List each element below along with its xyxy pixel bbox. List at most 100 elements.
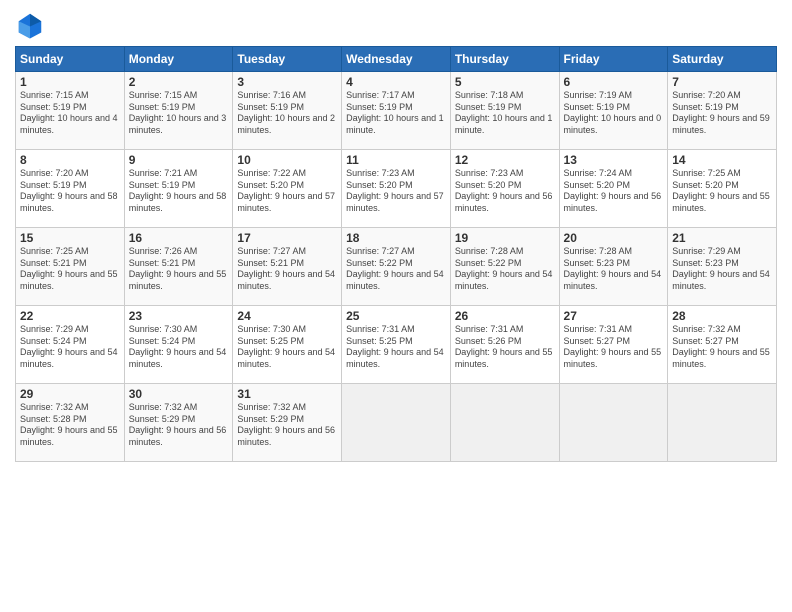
header-day-thursday: Thursday	[450, 47, 559, 72]
day-detail: Sunrise: 7:20 AMSunset: 5:19 PMDaylight:…	[20, 168, 120, 215]
day-number: 11	[346, 153, 446, 167]
day-detail: Sunrise: 7:22 AMSunset: 5:20 PMDaylight:…	[237, 168, 337, 215]
day-number: 8	[20, 153, 120, 167]
day-cell: 6Sunrise: 7:19 AMSunset: 5:19 PMDaylight…	[559, 72, 668, 150]
day-number: 16	[129, 231, 229, 245]
day-number: 7	[672, 75, 772, 89]
day-detail: Sunrise: 7:31 AMSunset: 5:25 PMDaylight:…	[346, 324, 446, 371]
day-number: 20	[564, 231, 664, 245]
page-container: SundayMondayTuesdayWednesdayThursdayFrid…	[0, 0, 792, 472]
day-detail: Sunrise: 7:15 AMSunset: 5:19 PMDaylight:…	[20, 90, 120, 137]
day-cell: 25Sunrise: 7:31 AMSunset: 5:25 PMDayligh…	[342, 306, 451, 384]
day-cell: 24Sunrise: 7:30 AMSunset: 5:25 PMDayligh…	[233, 306, 342, 384]
day-number: 24	[237, 309, 337, 323]
day-detail: Sunrise: 7:15 AMSunset: 5:19 PMDaylight:…	[129, 90, 229, 137]
day-detail: Sunrise: 7:27 AMSunset: 5:21 PMDaylight:…	[237, 246, 337, 293]
day-number: 15	[20, 231, 120, 245]
day-detail: Sunrise: 7:32 AMSunset: 5:28 PMDaylight:…	[20, 402, 120, 449]
day-detail: Sunrise: 7:23 AMSunset: 5:20 PMDaylight:…	[455, 168, 555, 215]
day-cell: 1Sunrise: 7:15 AMSunset: 5:19 PMDaylight…	[16, 72, 125, 150]
day-number: 29	[20, 387, 120, 401]
day-cell: 17Sunrise: 7:27 AMSunset: 5:21 PMDayligh…	[233, 228, 342, 306]
day-cell: 28Sunrise: 7:32 AMSunset: 5:27 PMDayligh…	[668, 306, 777, 384]
day-cell: 30Sunrise: 7:32 AMSunset: 5:29 PMDayligh…	[124, 384, 233, 462]
header-day-friday: Friday	[559, 47, 668, 72]
day-cell: 4Sunrise: 7:17 AMSunset: 5:19 PMDaylight…	[342, 72, 451, 150]
day-cell	[668, 384, 777, 462]
day-number: 30	[129, 387, 229, 401]
day-detail: Sunrise: 7:32 AMSunset: 5:29 PMDaylight:…	[129, 402, 229, 449]
day-cell: 19Sunrise: 7:28 AMSunset: 5:22 PMDayligh…	[450, 228, 559, 306]
day-detail: Sunrise: 7:29 AMSunset: 5:23 PMDaylight:…	[672, 246, 772, 293]
day-detail: Sunrise: 7:29 AMSunset: 5:24 PMDaylight:…	[20, 324, 120, 371]
day-number: 12	[455, 153, 555, 167]
day-detail: Sunrise: 7:32 AMSunset: 5:29 PMDaylight:…	[237, 402, 337, 449]
day-cell: 29Sunrise: 7:32 AMSunset: 5:28 PMDayligh…	[16, 384, 125, 462]
logo-icon	[15, 10, 45, 40]
day-detail: Sunrise: 7:25 AMSunset: 5:20 PMDaylight:…	[672, 168, 772, 215]
day-detail: Sunrise: 7:23 AMSunset: 5:20 PMDaylight:…	[346, 168, 446, 215]
calendar-body: 1Sunrise: 7:15 AMSunset: 5:19 PMDaylight…	[16, 72, 777, 462]
day-detail: Sunrise: 7:21 AMSunset: 5:19 PMDaylight:…	[129, 168, 229, 215]
day-cell: 3Sunrise: 7:16 AMSunset: 5:19 PMDaylight…	[233, 72, 342, 150]
day-detail: Sunrise: 7:25 AMSunset: 5:21 PMDaylight:…	[20, 246, 120, 293]
day-detail: Sunrise: 7:26 AMSunset: 5:21 PMDaylight:…	[129, 246, 229, 293]
day-detail: Sunrise: 7:27 AMSunset: 5:22 PMDaylight:…	[346, 246, 446, 293]
day-cell	[342, 384, 451, 462]
day-number: 9	[129, 153, 229, 167]
day-detail: Sunrise: 7:17 AMSunset: 5:19 PMDaylight:…	[346, 90, 446, 137]
day-cell: 16Sunrise: 7:26 AMSunset: 5:21 PMDayligh…	[124, 228, 233, 306]
logo	[15, 10, 49, 40]
day-number: 28	[672, 309, 772, 323]
day-number: 27	[564, 309, 664, 323]
day-number: 26	[455, 309, 555, 323]
week-row-3: 15Sunrise: 7:25 AMSunset: 5:21 PMDayligh…	[16, 228, 777, 306]
week-row-1: 1Sunrise: 7:15 AMSunset: 5:19 PMDaylight…	[16, 72, 777, 150]
day-cell: 27Sunrise: 7:31 AMSunset: 5:27 PMDayligh…	[559, 306, 668, 384]
day-number: 2	[129, 75, 229, 89]
day-number: 5	[455, 75, 555, 89]
day-number: 13	[564, 153, 664, 167]
day-number: 1	[20, 75, 120, 89]
day-cell: 22Sunrise: 7:29 AMSunset: 5:24 PMDayligh…	[16, 306, 125, 384]
day-detail: Sunrise: 7:32 AMSunset: 5:27 PMDaylight:…	[672, 324, 772, 371]
day-cell: 14Sunrise: 7:25 AMSunset: 5:20 PMDayligh…	[668, 150, 777, 228]
header-day-tuesday: Tuesday	[233, 47, 342, 72]
day-cell: 9Sunrise: 7:21 AMSunset: 5:19 PMDaylight…	[124, 150, 233, 228]
day-detail: Sunrise: 7:18 AMSunset: 5:19 PMDaylight:…	[455, 90, 555, 137]
day-number: 19	[455, 231, 555, 245]
header-day-saturday: Saturday	[668, 47, 777, 72]
day-detail: Sunrise: 7:24 AMSunset: 5:20 PMDaylight:…	[564, 168, 664, 215]
calendar-table: SundayMondayTuesdayWednesdayThursdayFrid…	[15, 46, 777, 462]
day-number: 25	[346, 309, 446, 323]
day-detail: Sunrise: 7:30 AMSunset: 5:24 PMDaylight:…	[129, 324, 229, 371]
day-cell: 26Sunrise: 7:31 AMSunset: 5:26 PMDayligh…	[450, 306, 559, 384]
day-cell: 11Sunrise: 7:23 AMSunset: 5:20 PMDayligh…	[342, 150, 451, 228]
day-detail: Sunrise: 7:31 AMSunset: 5:27 PMDaylight:…	[564, 324, 664, 371]
header-day-wednesday: Wednesday	[342, 47, 451, 72]
day-number: 18	[346, 231, 446, 245]
day-detail: Sunrise: 7:30 AMSunset: 5:25 PMDaylight:…	[237, 324, 337, 371]
day-cell: 21Sunrise: 7:29 AMSunset: 5:23 PMDayligh…	[668, 228, 777, 306]
day-number: 31	[237, 387, 337, 401]
day-number: 23	[129, 309, 229, 323]
day-cell: 10Sunrise: 7:22 AMSunset: 5:20 PMDayligh…	[233, 150, 342, 228]
day-number: 3	[237, 75, 337, 89]
day-cell: 18Sunrise: 7:27 AMSunset: 5:22 PMDayligh…	[342, 228, 451, 306]
day-cell	[559, 384, 668, 462]
day-detail: Sunrise: 7:20 AMSunset: 5:19 PMDaylight:…	[672, 90, 772, 137]
day-detail: Sunrise: 7:28 AMSunset: 5:22 PMDaylight:…	[455, 246, 555, 293]
header-day-monday: Monday	[124, 47, 233, 72]
day-number: 14	[672, 153, 772, 167]
week-row-4: 22Sunrise: 7:29 AMSunset: 5:24 PMDayligh…	[16, 306, 777, 384]
day-cell: 31Sunrise: 7:32 AMSunset: 5:29 PMDayligh…	[233, 384, 342, 462]
week-row-5: 29Sunrise: 7:32 AMSunset: 5:28 PMDayligh…	[16, 384, 777, 462]
day-cell: 5Sunrise: 7:18 AMSunset: 5:19 PMDaylight…	[450, 72, 559, 150]
day-cell: 20Sunrise: 7:28 AMSunset: 5:23 PMDayligh…	[559, 228, 668, 306]
day-detail: Sunrise: 7:31 AMSunset: 5:26 PMDaylight:…	[455, 324, 555, 371]
day-number: 22	[20, 309, 120, 323]
day-detail: Sunrise: 7:16 AMSunset: 5:19 PMDaylight:…	[237, 90, 337, 137]
day-cell: 15Sunrise: 7:25 AMSunset: 5:21 PMDayligh…	[16, 228, 125, 306]
day-cell: 23Sunrise: 7:30 AMSunset: 5:24 PMDayligh…	[124, 306, 233, 384]
header-row: SundayMondayTuesdayWednesdayThursdayFrid…	[16, 47, 777, 72]
